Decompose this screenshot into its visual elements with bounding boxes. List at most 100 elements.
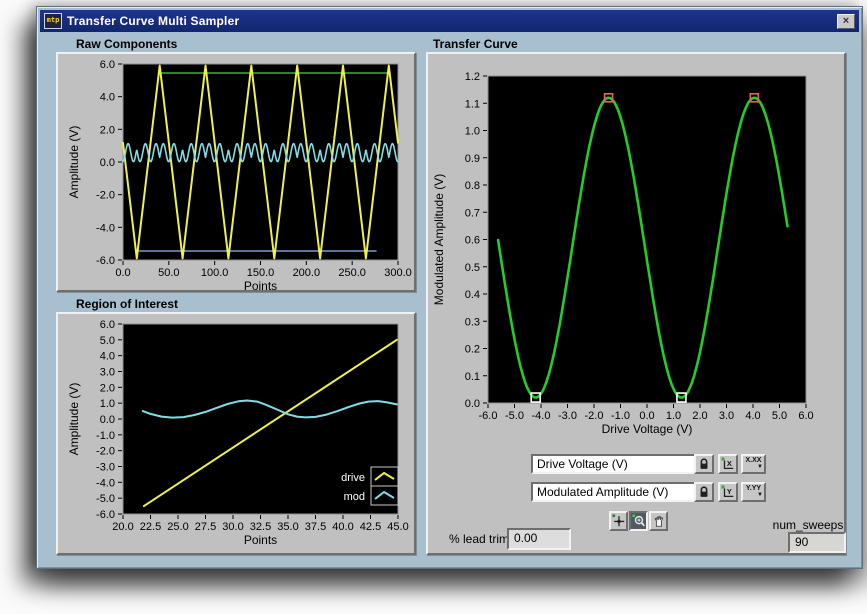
svg-text:42.5: 42.5 [360,521,381,533]
y-axis-label-field[interactable] [531,482,701,502]
y-autoscale-icon: Y [721,485,735,499]
graph-tool-palette [609,511,668,531]
svg-text:45.0: 45.0 [387,521,408,533]
lock-icon [697,485,711,499]
raw-components-panel-title: Raw Components [76,37,177,51]
svg-text:6.0: 6.0 [798,410,813,422]
svg-text:-2.0: -2.0 [96,446,115,458]
app-window: mtp Transfer Curve Multi Sampler × Raw C… [36,6,863,569]
svg-text:27.5: 27.5 [195,521,216,533]
svg-text:Amplitude (V): Amplitude (V) [67,126,81,199]
svg-text:0.0: 0.0 [100,414,115,426]
svg-text:50.0: 50.0 [158,267,179,279]
svg-text:1.0: 1.0 [666,410,681,422]
svg-text:0.3: 0.3 [465,316,480,328]
title-bar[interactable]: mtp Transfer Curve Multi Sampler × [40,10,859,32]
svg-text:37.5: 37.5 [305,521,326,533]
svg-text:0.7: 0.7 [465,207,480,219]
svg-text:X: X [727,459,732,468]
svg-text:0.0: 0.0 [465,398,480,410]
svg-text:0.0: 0.0 [639,410,654,422]
crosshair-tool-button[interactable] [609,511,628,531]
svg-text:Y: Y [727,487,732,496]
svg-text:250.0: 250.0 [338,267,366,279]
lead-trim-label: % lead trim [449,532,509,546]
transfer-curve-panel-title: Transfer Curve [433,37,518,51]
dropdown-arrow-icon: ▼ [757,464,763,470]
svg-text:0.1: 0.1 [465,371,480,383]
x-axis-autoscale-button[interactable]: X [718,454,738,474]
y-axis-autoscale-button[interactable]: Y [718,482,738,502]
svg-text:32.5: 32.5 [250,521,271,533]
transfer-curve-panel: -6.0-5.0-4.0-3.0-2.0-1.00.01.02.03.04.05… [426,52,846,555]
svg-text:drive: drive [341,472,365,484]
svg-text:-2.0: -2.0 [96,190,115,202]
magnifier-icon [632,514,646,528]
svg-text:5.0: 5.0 [100,335,115,347]
raw-components-panel: 0.050.0100.0150.0200.0250.0300.0-6.0-4.0… [56,52,416,292]
svg-text:40.0: 40.0 [332,521,353,533]
dropdown-arrow-icon: ▼ [757,492,763,498]
svg-text:6.0: 6.0 [100,59,115,71]
svg-text:0.0: 0.0 [100,157,115,169]
hand-icon [652,514,666,528]
svg-text:-3.0: -3.0 [96,462,115,474]
svg-text:0.9: 0.9 [465,153,480,165]
svg-text:20.0: 20.0 [112,521,133,533]
svg-text:0.6: 0.6 [465,235,480,247]
svg-text:1.0: 1.0 [100,398,115,410]
svg-text:2.0: 2.0 [100,382,115,394]
svg-text:Points: Points [244,533,277,547]
svg-text:-2.0: -2.0 [585,410,604,422]
svg-text:-6.0: -6.0 [96,255,115,267]
close-button[interactable]: × [837,14,855,29]
y-scale-format-button[interactable]: Y.YY ▼ [741,482,766,502]
svg-text:22.5: 22.5 [140,521,161,533]
x-autoscale-icon: X [721,457,735,471]
svg-text:Drive Voltage (V): Drive Voltage (V) [602,422,693,436]
region-of-interest-panel: 20.022.525.027.530.032.535.037.540.042.5… [56,312,416,555]
svg-text:-4.0: -4.0 [96,222,115,234]
svg-text:3.0: 3.0 [100,367,115,379]
svg-text:30.0: 30.0 [222,521,243,533]
svg-text:6.0: 6.0 [100,319,115,331]
svg-text:0.0: 0.0 [115,267,130,279]
app-icon: mtp [44,13,62,29]
svg-text:-3.0: -3.0 [558,410,577,422]
lock-icon [697,457,711,471]
svg-text:5.0: 5.0 [772,410,787,422]
zoom-tool-button[interactable] [629,511,648,531]
pan-tool-button[interactable] [649,511,668,531]
svg-text:mod: mod [344,491,365,503]
x-axis-lock-button[interactable] [694,454,714,474]
roi-plot: 20.022.525.027.530.032.535.037.540.042.5… [58,314,414,553]
tc-plot: -6.0-5.0-4.0-3.0-2.0-1.00.01.02.03.04.05… [428,54,844,454]
svg-text:300.0: 300.0 [384,267,412,279]
svg-text:-4.0: -4.0 [96,477,115,489]
svg-text:-5.0: -5.0 [505,410,524,422]
lead-trim-input[interactable]: 0.00 [507,528,571,550]
svg-text:1.1: 1.1 [465,98,480,110]
x-scale-format-button[interactable]: X.XX ▼ [741,454,766,474]
svg-text:4.0: 4.0 [100,92,115,104]
transfer-curve-graph: -6.0-5.0-4.0-3.0-2.0-1.00.01.02.03.04.05… [428,54,844,459]
svg-text:2.0: 2.0 [100,124,115,136]
num-sweeps-label: num_sweeps [768,518,848,532]
y-axis-lock-button[interactable] [694,482,714,502]
svg-text:4.0: 4.0 [100,351,115,363]
svg-text:Amplitude (V): Amplitude (V) [67,383,81,456]
svg-text:0.2: 0.2 [465,344,480,356]
svg-text:-6.0: -6.0 [96,509,115,521]
svg-text:150.0: 150.0 [247,267,275,279]
raw-components-graph: 0.050.0100.0150.0200.0250.0300.0-6.0-4.0… [58,54,414,295]
svg-text:4.0: 4.0 [745,410,760,422]
svg-text:0.5: 0.5 [465,262,480,274]
region-of-interest-panel-title: Region of Interest [76,297,178,311]
svg-text:1.0: 1.0 [465,126,480,138]
svg-text:35.0: 35.0 [277,521,298,533]
num-sweeps-value[interactable]: 90 [788,532,846,553]
raw-plot: 0.050.0100.0150.0200.0250.0300.0-6.0-4.0… [58,54,414,290]
region-of-interest-graph: 20.022.525.027.530.032.535.037.540.042.5… [58,314,414,558]
svg-text:-1.0: -1.0 [611,410,630,422]
x-axis-label-field[interactable] [531,454,701,474]
